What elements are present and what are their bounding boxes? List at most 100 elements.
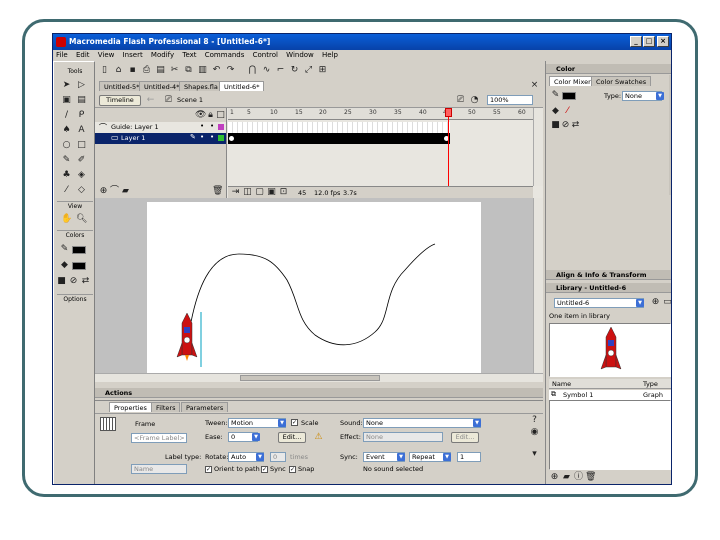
guide-frames[interactable] [228, 122, 450, 133]
fill-transform-icon[interactable]: ▤ [76, 95, 87, 106]
save-icon[interactable]: ▪ [127, 65, 138, 76]
tab-color-mixer[interactable]: Color Mixer [549, 76, 596, 86]
chevron-down-icon[interactable]: ▼ [397, 453, 405, 461]
effect-edit-button[interactable]: Edit... [451, 432, 479, 443]
pencil-tool-icon[interactable]: ✎ [61, 155, 72, 166]
menu-file[interactable]: File [53, 50, 71, 61]
rotate-icon[interactable]: ↻ [289, 65, 300, 76]
onion-outline-icon[interactable]: ▢ [254, 187, 265, 198]
expand-panel-icon[interactable]: ▾ [529, 449, 540, 460]
print-icon[interactable]: ⎙ [141, 65, 152, 76]
menu-insert[interactable]: Insert [120, 50, 146, 61]
chevron-down-icon[interactable]: ▼ [636, 299, 644, 307]
close-icon[interactable]: × [657, 36, 669, 47]
pen-tool-icon[interactable]: ♠ [61, 125, 72, 136]
library-doc-select[interactable]: Untitled-6 [554, 298, 644, 308]
layer-name[interactable]: Guide: Layer 1 [111, 122, 159, 132]
lasso-tool-icon[interactable]: ᑭ [76, 110, 87, 121]
align-panel-header[interactable]: Align & Info & Transform [546, 270, 671, 280]
playhead[interactable] [448, 108, 449, 198]
scale-checkbox[interactable]: ✓ [291, 419, 298, 426]
playhead-handle[interactable] [445, 108, 452, 117]
paste-icon[interactable]: ▥ [197, 65, 208, 76]
frame-ruler[interactable]: 1 5 10 15 20 25 30 35 40 45 50 55 60 [228, 108, 533, 120]
tab-color-swatches[interactable]: Color Swatches [591, 76, 652, 86]
layer-outline-color[interactable] [218, 135, 224, 141]
paint-bucket-icon[interactable]: ◈ [76, 170, 87, 181]
open-icon[interactable]: ⌂ [113, 65, 124, 76]
color-panel-scrollbar[interactable] [669, 75, 671, 195]
zoom-tool-icon[interactable]: 🔍︎ [76, 214, 87, 225]
center-frame-icon[interactable]: ⇥ [230, 187, 241, 198]
motion-tween-frames[interactable] [228, 133, 450, 144]
tab-shapes[interactable]: Shapes.fla [179, 81, 223, 91]
hand-tool-icon[interactable]: ✋ [61, 214, 72, 225]
tab-properties[interactable]: Properties [109, 402, 152, 412]
redo-icon[interactable]: ↷ [225, 65, 236, 76]
zoom-select[interactable]: 100% [487, 95, 533, 105]
actions-panel-header[interactable]: Actions [95, 388, 543, 398]
insert-folder-icon[interactable]: ▰ [120, 186, 131, 197]
chevron-down-icon[interactable]: ▼ [473, 419, 481, 427]
help-icon[interactable]: ? [529, 415, 540, 426]
menu-text[interactable]: Text [179, 50, 199, 61]
undo-icon[interactable]: ↶ [211, 65, 222, 76]
tab-parameters[interactable]: Parameters [181, 402, 229, 412]
menu-commands[interactable]: Commands [202, 50, 248, 61]
swap-colors-icon[interactable]: ⇄ [80, 276, 91, 287]
ink-bottle-icon[interactable]: ♣ [61, 170, 72, 181]
fill-bucket-icon[interactable]: ◆ [550, 106, 561, 117]
layer-row[interactable]: ⌒ Guide: Layer 1 • • [95, 122, 226, 133]
minimize-icon[interactable]: _ [630, 36, 642, 47]
stage-hscrollbar[interactable] [95, 373, 543, 382]
sound-select[interactable]: None [363, 418, 481, 428]
chevron-down-icon[interactable]: ▼ [443, 453, 451, 461]
default-colors-icon[interactable]: ■ [56, 276, 67, 287]
copy-icon[interactable]: ⧉ [183, 65, 194, 76]
color-panel-header[interactable]: Color [546, 64, 671, 74]
tab-untitled-4[interactable]: Untitled-4* [139, 81, 185, 91]
onion-skin-icon[interactable]: ◫ [242, 187, 253, 198]
stroke-color-swatch[interactable] [72, 246, 86, 254]
new-icon[interactable]: ▯ [99, 65, 110, 76]
label-type-select[interactable]: Name [131, 464, 187, 474]
library-item[interactable]: ⧉ Symbol 1 Graph [549, 390, 671, 400]
fill-color-icon[interactable]: ◆ [59, 260, 70, 271]
layer-row-selected[interactable]: ▭ Layer 1 ✎ • • [95, 133, 226, 144]
library-panel-header[interactable]: Library - Untitled-6 [546, 283, 671, 293]
pin-library-icon[interactable]: ⊕ [650, 297, 661, 308]
new-folder-icon[interactable]: ▰ [561, 472, 572, 483]
stroke-pencil-icon[interactable]: ✎ [550, 90, 561, 101]
sync-checkbox[interactable]: ✓ [261, 466, 268, 473]
timeline-scrollbar[interactable] [533, 108, 543, 186]
cut-icon[interactable]: ✂ [169, 65, 180, 76]
stage[interactable] [147, 202, 481, 373]
close-doc-icon[interactable]: × [529, 80, 540, 91]
delete-item-icon[interactable]: 🗑︎ [585, 472, 596, 483]
tab-untitled-6[interactable]: Untitled-6* [219, 81, 265, 91]
stroke-color-icon[interactable]: ✎ [59, 244, 70, 255]
insert-layer-icon[interactable]: ⊕ [98, 186, 109, 197]
library-col-name[interactable]: Name [552, 379, 571, 389]
snap-magnet-icon[interactable]: ⋂ [247, 65, 258, 76]
print-preview-icon[interactable]: ▤ [155, 65, 166, 76]
free-transform-icon[interactable]: ▣ [61, 95, 72, 106]
tab-untitled-5[interactable]: Untitled-5* [99, 81, 145, 91]
timeline-button[interactable]: Timeline [99, 95, 141, 106]
straighten-icon[interactable]: ⌐ [275, 65, 286, 76]
stage-vscrollbar[interactable] [533, 198, 543, 373]
text-tool-icon[interactable]: A [76, 125, 87, 136]
rectangle-tool-icon[interactable]: □ [76, 140, 87, 151]
edit-scene-icon[interactable]: ⎚ [455, 95, 466, 106]
menu-view[interactable]: View [95, 50, 118, 61]
hscroll-thumb[interactable] [240, 375, 380, 381]
accessibility-icon[interactable]: ◉ [529, 427, 540, 438]
snap-checkbox[interactable]: ✓ [289, 466, 296, 473]
menu-help[interactable]: Help [319, 50, 341, 61]
scale-icon[interactable]: ⤢ [303, 65, 314, 76]
maximize-icon[interactable]: □ [643, 36, 655, 47]
chevron-down-icon[interactable]: ▼ [256, 453, 264, 461]
delete-layer-icon[interactable]: 🗑︎ [212, 186, 223, 197]
tab-filters[interactable]: Filters [151, 402, 181, 412]
chevron-down-icon[interactable]: ▼ [656, 92, 664, 100]
